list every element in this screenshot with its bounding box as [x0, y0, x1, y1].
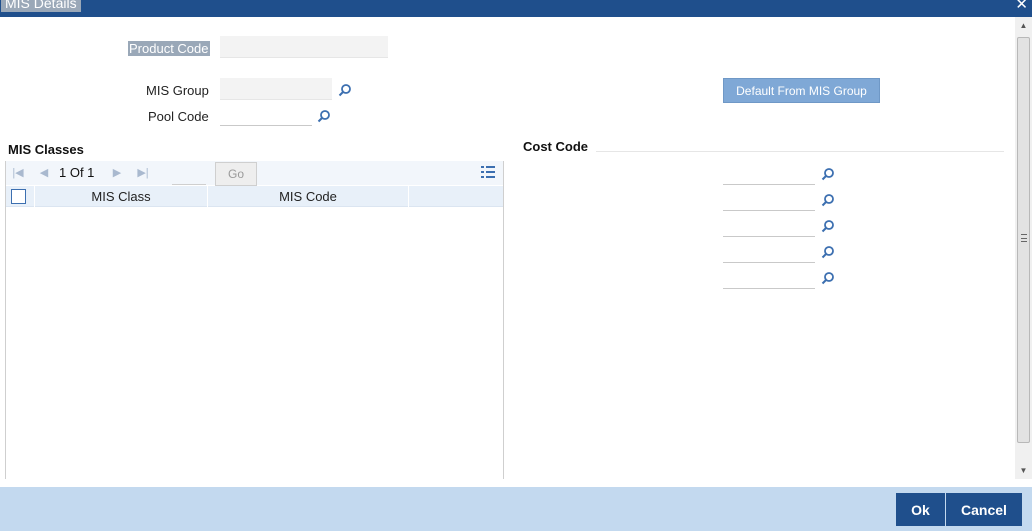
previous-page-icon[interactable]: ◀: [37, 166, 51, 180]
ok-button[interactable]: Ok: [896, 493, 945, 526]
product-code-input[interactable]: [220, 36, 388, 58]
cost-code-input-2[interactable]: [723, 189, 815, 211]
last-page-icon[interactable]: ▶|: [136, 166, 150, 180]
first-page-icon[interactable]: |◀: [11, 166, 25, 180]
footer-bar: Ok Cancel: [0, 487, 1032, 531]
column-list-icon[interactable]: [480, 165, 496, 179]
search-icon[interactable]: [821, 271, 835, 285]
scroll-up-icon[interactable]: ▲: [1015, 17, 1032, 34]
mis-details-window: MIS Details ✕ Product Code MIS Group Poo…: [0, 0, 1032, 531]
scrollbar-thumb[interactable]: [1017, 37, 1030, 443]
mis-classes-title: MIS Classes: [8, 142, 84, 157]
grid-toolbar: |◀ ◀ 1 Of 1 ▶ ▶| Go: [6, 161, 503, 186]
column-header-mis-code[interactable]: MIS Code: [207, 186, 408, 207]
cost-code-title: Cost Code: [523, 139, 588, 154]
search-icon[interactable]: [821, 193, 835, 207]
search-icon[interactable]: [821, 219, 835, 233]
search-icon[interactable]: [317, 109, 331, 123]
default-from-mis-group-button[interactable]: Default From MIS Group: [723, 78, 880, 103]
pager-text: 1 Of 1: [59, 165, 95, 180]
cost-code-input-3[interactable]: [723, 215, 815, 237]
go-button[interactable]: Go: [215, 162, 257, 186]
mis-group-label: MIS Group: [146, 83, 209, 98]
scroll-down-icon[interactable]: ▼: [1015, 462, 1032, 479]
grip-icon: [1021, 234, 1027, 242]
search-icon[interactable]: [821, 245, 835, 259]
cost-code-divider: [596, 151, 1004, 152]
mis-group-input[interactable]: [220, 78, 332, 100]
cost-code-input-4[interactable]: [723, 241, 815, 263]
search-icon[interactable]: [821, 167, 835, 181]
close-icon[interactable]: ✕: [1015, 0, 1028, 13]
column-header-mis-class[interactable]: MIS Class: [34, 186, 207, 207]
cost-code-input-1[interactable]: [723, 163, 815, 185]
select-all-checkbox[interactable]: [11, 189, 26, 204]
search-icon[interactable]: [338, 83, 352, 97]
cost-code-input-5[interactable]: [723, 267, 815, 289]
grid-header-row: MIS Class MIS Code: [6, 186, 503, 207]
cancel-button[interactable]: Cancel: [946, 493, 1022, 526]
vertical-scrollbar[interactable]: ▲ ▼: [1015, 17, 1032, 479]
pool-code-input[interactable]: [220, 104, 312, 126]
mis-classes-grid: |◀ ◀ 1 Of 1 ▶ ▶| Go MIS Class MIS Code: [5, 161, 504, 479]
page-number-input[interactable]: [172, 163, 206, 185]
pool-code-label: Pool Code: [148, 109, 209, 124]
product-code-label: Product Code: [128, 41, 210, 56]
next-page-icon[interactable]: ▶: [110, 166, 124, 180]
title-bar: MIS Details ✕: [0, 0, 1032, 17]
window-title: MIS Details: [1, 0, 81, 12]
column-header-extra: [408, 186, 503, 207]
